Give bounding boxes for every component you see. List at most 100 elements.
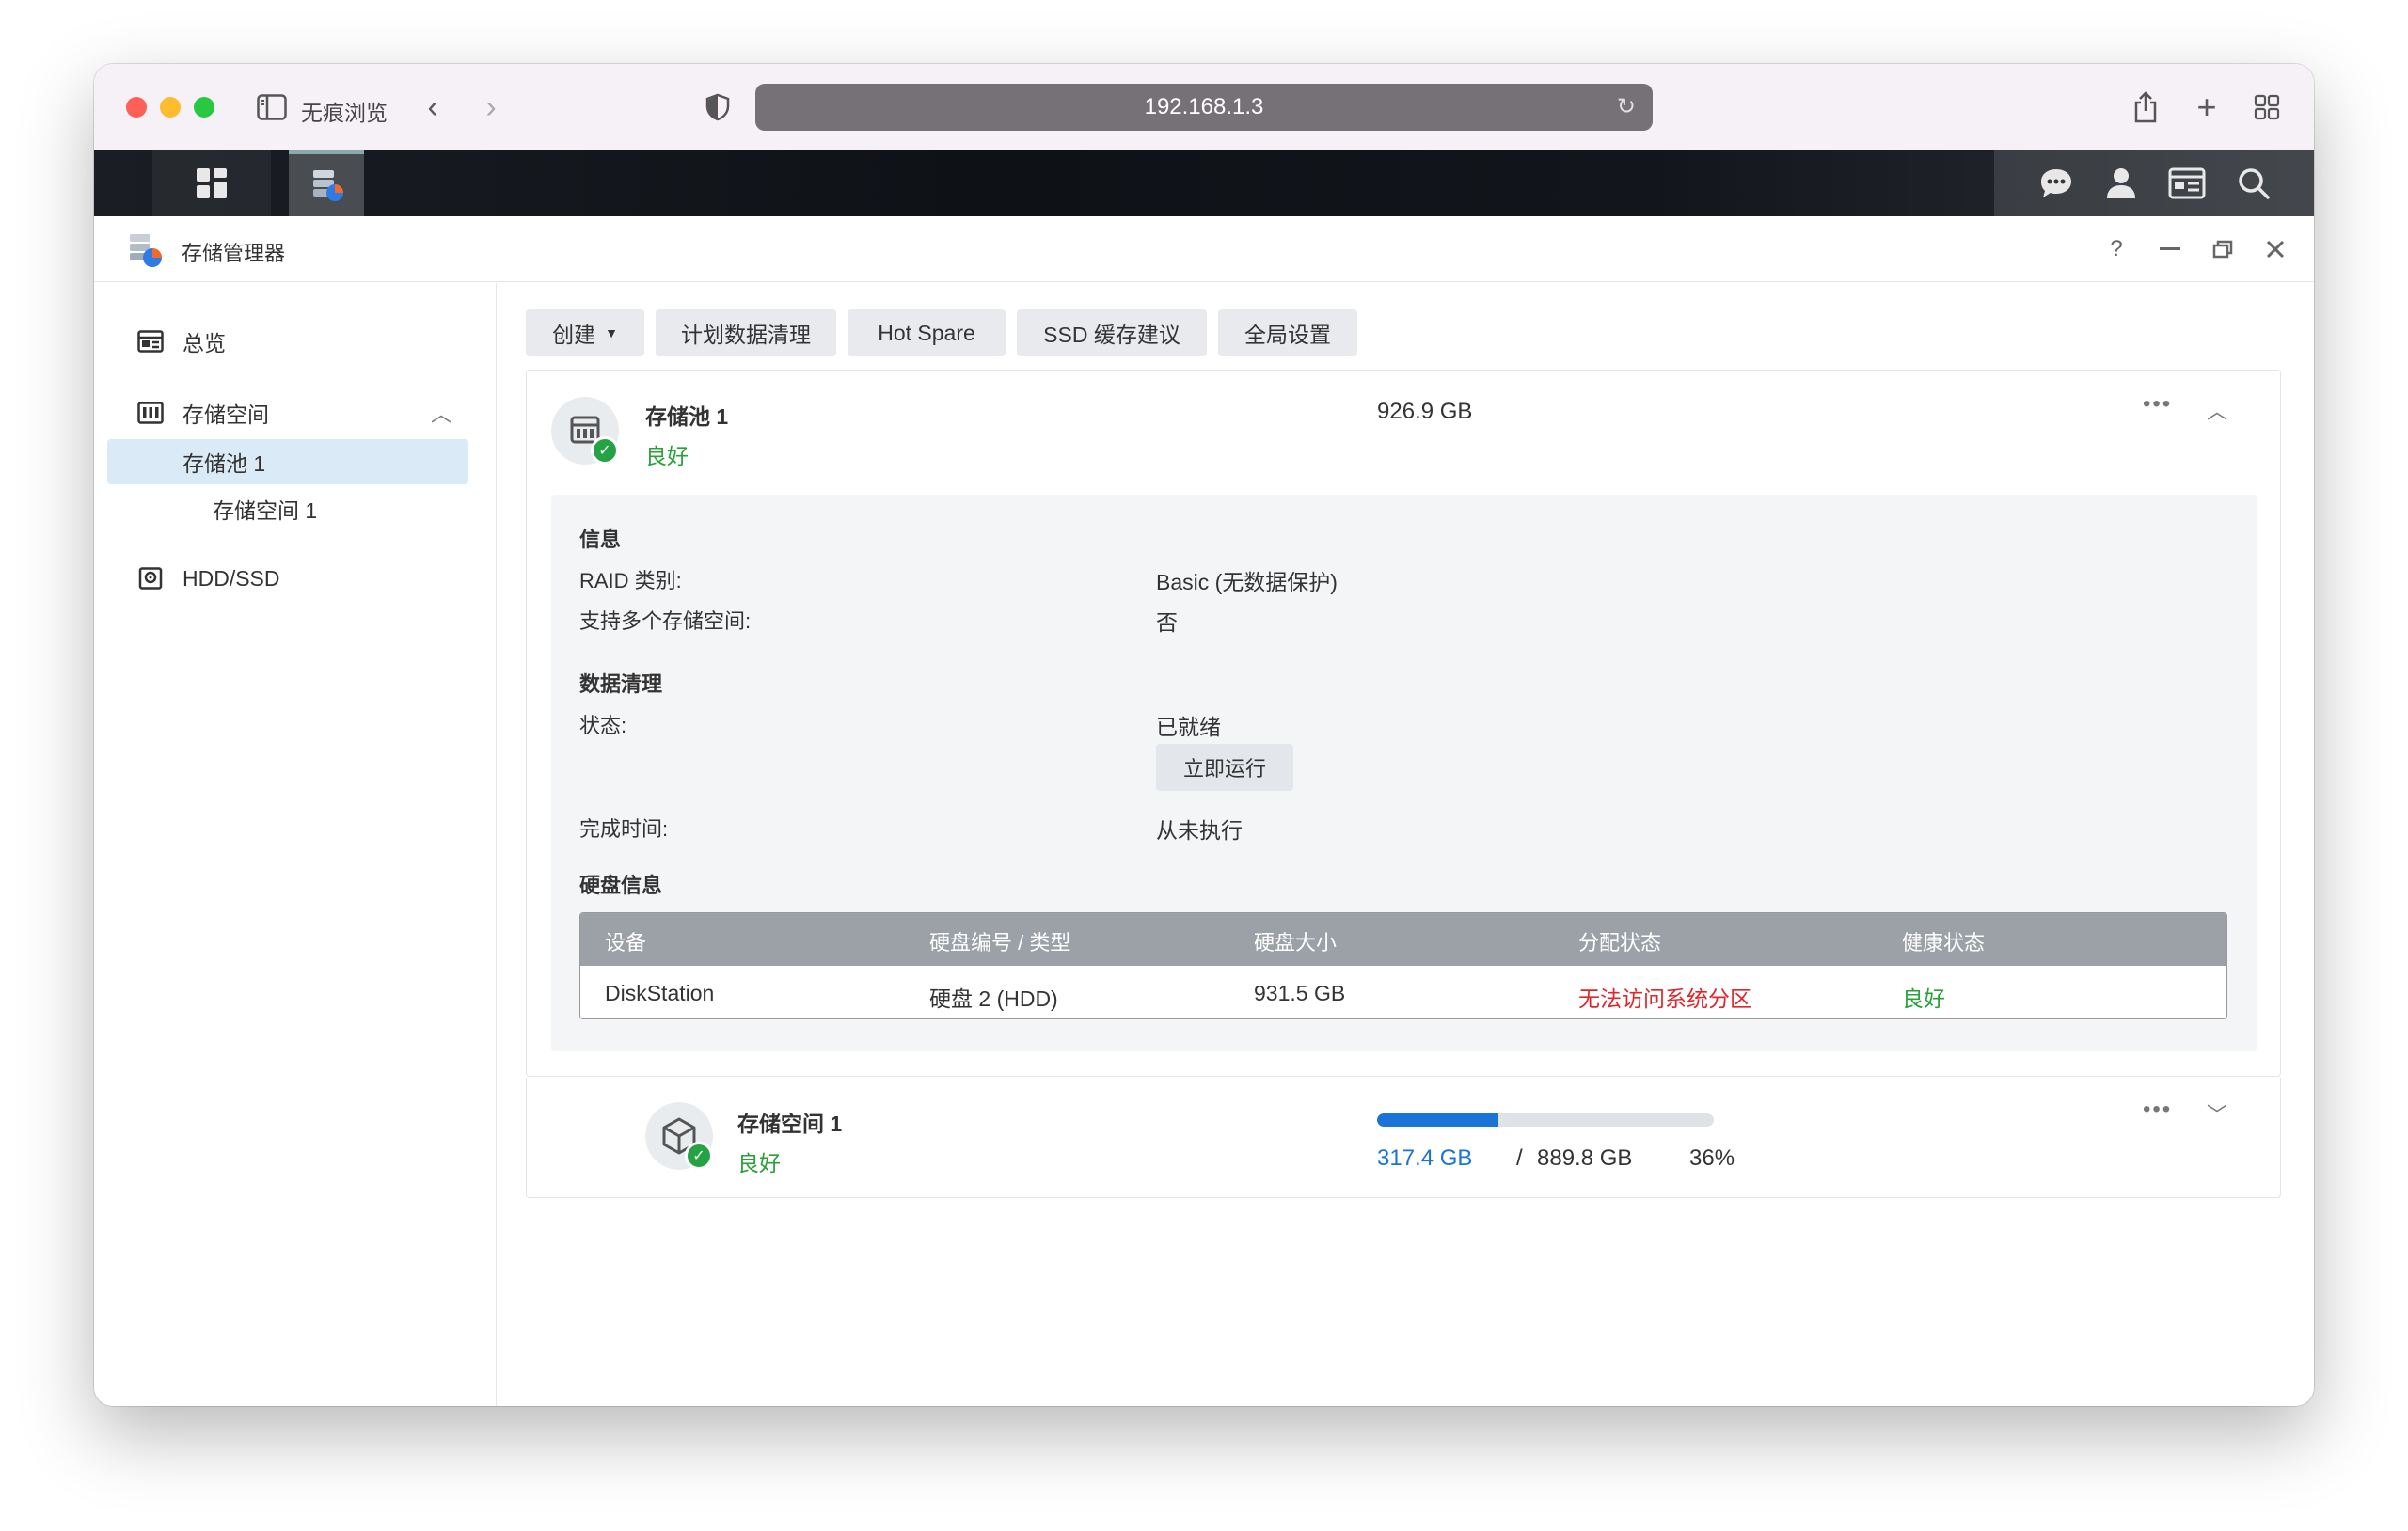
reload-icon[interactable]: ↻: [1617, 93, 1636, 120]
schedule-scrub-label: 计划数据清理: [681, 323, 811, 347]
app-title: 存储管理器: [182, 242, 286, 265]
run-now-label: 立即运行: [1182, 757, 1266, 781]
run-now-button[interactable]: 立即运行: [1156, 744, 1293, 791]
app-logo-icon: [130, 234, 162, 267]
hot-spare-button[interactable]: Hot Spare: [848, 309, 1006, 356]
caret-down-icon: ▼: [605, 325, 618, 340]
ssd-cache-advice-button[interactable]: SSD 缓存建议: [1017, 309, 1207, 356]
zoom-window-button[interactable]: [194, 97, 214, 118]
pool-status: 良好: [645, 444, 689, 468]
restore-app-button[interactable]: [2207, 233, 2239, 265]
overview-icon: [137, 330, 164, 353]
main-content: 创建 ▼ 计划数据清理 Hot Spare SSD 缓存建议 全局设置 ✓ 存储…: [498, 283, 2314, 1406]
sidebar-item-volume-1[interactable]: 存储空间 1: [107, 486, 468, 531]
completion-time-label: 完成时间:: [579, 817, 669, 841]
restore-icon: [2212, 240, 2233, 259]
tab-overview-icon[interactable]: [2248, 88, 2286, 126]
volume-separator: /: [1516, 1145, 1523, 1171]
global-settings-label: 全局设置: [1244, 323, 1331, 347]
back-icon[interactable]: ‹: [414, 88, 452, 126]
column-header-disk-id: 硬盘编号 / 类型: [929, 931, 1071, 955]
help-icon: ?: [2110, 236, 2123, 261]
sidebar: 总览 存储空间 ︿ 存储池 1 存储空间 1 HDD/SSD: [94, 283, 497, 1406]
volume-percent: 36%: [1689, 1145, 1735, 1171]
schedule-scrub-button[interactable]: 计划数据清理: [656, 309, 836, 356]
scrub-heading: 数据清理: [579, 672, 663, 696]
taskbar-right-tray: [1994, 150, 2314, 216]
column-header-device: 设备: [605, 931, 647, 955]
forward-icon[interactable]: ›: [472, 88, 510, 126]
user-icon[interactable]: [2105, 166, 2137, 200]
url-text: 192.168.1.3: [1144, 94, 1264, 119]
volume-icon-circle: ✓: [645, 1102, 713, 1170]
new-tab-icon[interactable]: +: [2188, 87, 2226, 126]
main-menu-icon: [197, 168, 227, 198]
scrub-state-value: 已就绪: [1156, 715, 1221, 739]
minimize-icon: [2160, 247, 2180, 250]
privacy-shield-icon[interactable]: [702, 88, 734, 126]
chevron-up-icon[interactable]: ︿: [431, 398, 452, 428]
sidebar-item-storage[interactable]: 存储空间 ︿: [107, 390, 468, 435]
sidebar-item-label: 存储空间: [182, 402, 269, 427]
volume-name: 存储空间 1: [737, 1112, 843, 1136]
create-label: 创建: [552, 323, 596, 347]
search-icon[interactable]: [2237, 166, 2271, 200]
browser-toolbar: 无痕浏览 ‹ › 192.168.1.3 ↻ +: [94, 64, 2314, 150]
cell-health-status: 良好: [1902, 986, 1945, 1011]
chat-icon[interactable]: [2038, 166, 2074, 200]
status-ok-icon: ✓: [591, 436, 619, 465]
sidebar-item-label: HDD/SSD: [182, 565, 280, 591]
volume-status: 良好: [737, 1151, 781, 1176]
close-app-button[interactable]: [2259, 233, 2291, 265]
cell-allocation-status: 无法访问系统分区: [1578, 986, 1751, 1011]
close-icon: [2266, 240, 2285, 259]
sidebar-item-pool-1[interactable]: 存储池 1: [107, 439, 468, 484]
sidebar-toggle-icon[interactable]: [256, 88, 288, 126]
private-browsing-label[interactable]: 无痕浏览: [301, 95, 388, 127]
storage-manager-taskbar-button[interactable]: [289, 150, 364, 216]
storage-manager-icon: [313, 170, 343, 201]
status-ok-icon: ✓: [685, 1142, 713, 1170]
column-header-health: 健康状态: [1902, 931, 1986, 955]
cell-disk-id: 硬盘 2 (HDD): [929, 986, 1058, 1011]
hot-spare-label: Hot Spare: [878, 320, 975, 345]
volume-card[interactable]: ✓ 存储空间 1 良好 317.4 GB / 889.8 GB 36% ••• …: [526, 1078, 2281, 1198]
chevron-down-icon[interactable]: ﹀: [2207, 1098, 2227, 1129]
sidebar-item-label: 总览: [182, 331, 226, 355]
main-menu-button[interactable]: [152, 150, 271, 216]
create-button[interactable]: 创建 ▼: [526, 309, 644, 356]
widgets-icon[interactable]: [2168, 167, 2206, 199]
minimize-window-button[interactable]: [160, 97, 181, 118]
help-button[interactable]: ?: [2100, 233, 2132, 265]
more-options-icon[interactable]: •••: [2143, 1097, 2172, 1123]
pool-size: 926.9 GB: [1377, 399, 1473, 424]
raid-type-value: Basic (无数据保护): [1156, 570, 1338, 594]
more-options-icon[interactable]: •••: [2143, 391, 2172, 418]
chevron-up-icon[interactable]: ︿: [2207, 395, 2227, 425]
close-window-button[interactable]: [126, 97, 147, 118]
pool-icon-circle: ✓: [551, 397, 619, 465]
share-icon[interactable]: [2127, 88, 2164, 126]
sidebar-item-label: 存储空间 1: [213, 498, 318, 523]
sidebar-item-hdd-ssd[interactable]: HDD/SSD: [107, 556, 468, 601]
storage-pool-card[interactable]: ✓ 存储池 1 良好 926.9 GB ••• ︿ 信息 RAID 类别: Ba…: [526, 370, 2281, 1077]
browser-window: 无痕浏览 ‹ › 192.168.1.3 ↻ + 存储管理器 ? 总览 存储空间…: [94, 64, 2314, 1406]
column-header-size: 硬盘大小: [1254, 931, 1338, 955]
app-titlebar: 存储管理器 ?: [94, 216, 2314, 282]
global-settings-button[interactable]: 全局设置: [1218, 309, 1357, 356]
volume-usage-fill: [1377, 1113, 1498, 1127]
address-bar[interactable]: 192.168.1.3 ↻: [755, 84, 1653, 131]
minimize-app-button[interactable]: [2154, 233, 2186, 265]
cell-device: DiskStation: [605, 981, 715, 1005]
storage-manager-window: 存储管理器 ? 总览 存储空间 ︿ 存储池 1 存储空间 1 HDD/SSD 创…: [94, 216, 2314, 1406]
volume-used: 317.4 GB: [1377, 1145, 1473, 1171]
sidebar-item-label: 存储池 1: [182, 451, 266, 476]
pool-detail-panel: 信息 RAID 类别: Basic (无数据保护) 支持多个存储空间: 否 数据…: [551, 495, 2258, 1051]
sidebar-item-overview[interactable]: 总览: [107, 319, 468, 364]
multi-volume-value: 否: [1156, 610, 1178, 635]
scrub-state-label: 状态:: [579, 714, 627, 737]
disk-info-table: 设备 硬盘编号 / 类型 硬盘大小 分配状态 健康状态 DiskStation …: [579, 912, 2227, 1019]
dsm-taskbar: [94, 150, 2314, 216]
volume-usage-bar: [1377, 1113, 1714, 1127]
multi-volume-label: 支持多个存储空间:: [579, 609, 752, 633]
